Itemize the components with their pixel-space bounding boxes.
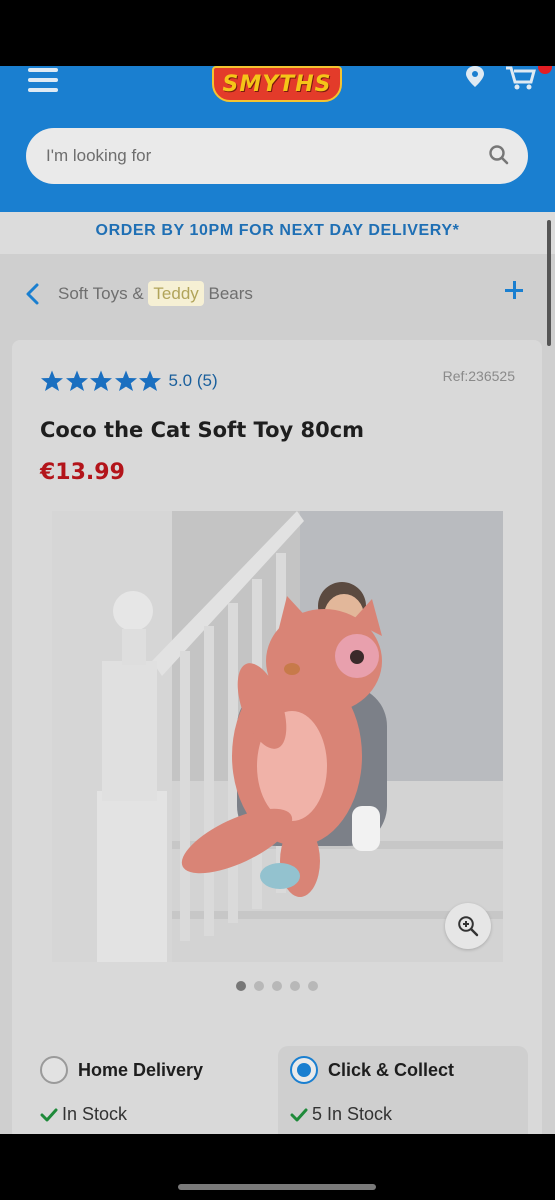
carousel-dot[interactable] — [272, 981, 282, 991]
product-rating[interactable]: 5.0 (5) — [40, 368, 218, 394]
cart-count-badge — [538, 66, 552, 74]
star-icon — [41, 370, 63, 391]
star-icon — [90, 370, 112, 391]
breadcrumb-link[interactable]: Soft Toys & Teddy Bears — [58, 281, 253, 306]
search-icon[interactable] — [488, 144, 510, 166]
carousel-dot[interactable] — [254, 981, 264, 991]
breadcrumb-suffix: Bears — [203, 284, 253, 303]
promo-text: ORDER BY 10PM FOR NEXT DAY DELIVERY* — [95, 222, 460, 239]
product-price: €13.99 — [40, 460, 125, 485]
breadcrumb-highlight: Teddy — [148, 281, 204, 306]
zoom-in-icon — [458, 916, 479, 937]
home-delivery-stock: In Stock — [40, 1104, 127, 1125]
star-icon — [139, 370, 161, 391]
carousel-dot[interactable] — [236, 981, 246, 991]
click-collect-radio[interactable] — [290, 1056, 318, 1084]
check-icon — [40, 1108, 58, 1121]
image-carousel-dots — [236, 981, 326, 991]
home-delivery-label: Home Delivery — [78, 1060, 204, 1080]
delivery-promo-banner[interactable]: ORDER BY 10PM FOR NEXT DAY DELIVERY* — [0, 212, 555, 254]
home-indicator[interactable] — [178, 1184, 376, 1190]
product-title: Coco the Cat Soft Toy 80cm — [40, 418, 365, 442]
breadcrumb: Soft Toys & Teddy Bears — [0, 254, 555, 332]
home-delivery-stock-text: In Stock — [62, 1104, 128, 1124]
star-icon — [65, 370, 88, 391]
click-collect-option[interactable]: Click & Collect 5 In Stock — [278, 1046, 528, 1136]
home-delivery-radio[interactable] — [40, 1056, 68, 1084]
search-placeholder: I'm looking for — [46, 146, 152, 165]
site-header: SMYTHS I'm looking for — [0, 66, 555, 212]
status-bar — [0, 0, 555, 66]
location-pin-icon[interactable] — [464, 66, 486, 88]
scrollbar[interactable] — [547, 220, 551, 346]
carousel-dot[interactable] — [308, 981, 318, 991]
click-collect-label: Click & Collect — [328, 1060, 455, 1080]
plus-icon[interactable] — [505, 280, 527, 302]
product-photo-illustration — [52, 511, 503, 962]
click-collect-stock-text: 5 In Stock — [312, 1104, 393, 1124]
cart-icon[interactable] — [506, 66, 536, 90]
product-ref: Ref:236525 — [442, 368, 515, 384]
chevron-left-icon[interactable] — [24, 282, 40, 306]
search-input[interactable]: I'm looking for — [26, 128, 528, 184]
check-icon — [290, 1108, 308, 1121]
system-bottom-bar — [0, 1134, 555, 1200]
click-collect-stock: 5 In Stock — [290, 1104, 392, 1125]
carousel-dot[interactable] — [290, 981, 300, 991]
home-delivery-option[interactable]: Home Delivery In Stock — [28, 1046, 268, 1136]
zoom-button[interactable] — [445, 903, 491, 949]
logo-text: SMYTHS — [222, 72, 332, 97]
star-icon — [114, 370, 137, 391]
rating-text: 5.0 (5) — [168, 371, 218, 390]
product-image[interactable] — [52, 511, 503, 962]
breadcrumb-prefix: Soft Toys & — [58, 284, 149, 303]
menu-icon[interactable] — [28, 66, 58, 94]
logo[interactable]: SMYTHS — [212, 66, 342, 104]
